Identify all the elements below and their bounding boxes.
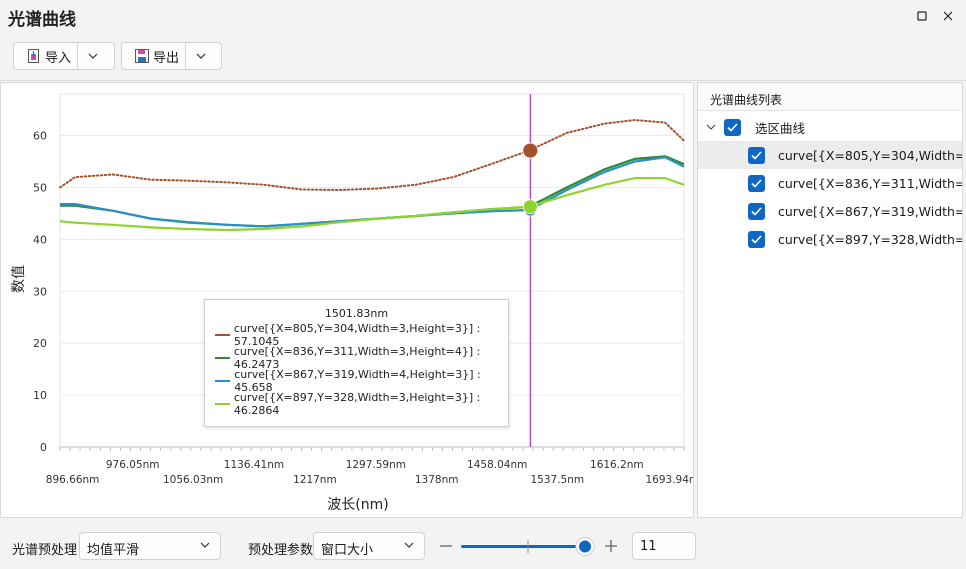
x-tick-label: 1136.41nm: [224, 459, 284, 471]
curve-tree: 选区曲线 curve[{X=805,Y=304,Width=... curve[…: [698, 113, 962, 253]
param-number-value: 11: [640, 539, 657, 554]
param-select[interactable]: 窗口大小: [313, 532, 425, 560]
legend-swatch: [215, 333, 230, 336]
param-number-input[interactable]: 11: [632, 532, 696, 560]
cursor-marker-4: [522, 199, 538, 215]
check-icon: [751, 206, 762, 216]
x-tick-label: 1458.04nm: [467, 459, 527, 471]
window-title: 光谱曲线: [8, 10, 76, 30]
x-tick-label: 1616.2nm: [590, 459, 644, 471]
curve-checkbox[interactable]: [748, 230, 765, 248]
x-tick-label: 896.66nm: [46, 474, 100, 486]
close-icon[interactable]: [940, 8, 956, 24]
y-tick-label: 60: [33, 130, 47, 143]
import-icon: [28, 49, 39, 63]
curve-list-label: curve[{X=867,Y=319,Width=...: [778, 203, 962, 219]
check-icon: [751, 234, 762, 244]
y-axis-title: 数值: [11, 265, 27, 293]
x-axis-title: 波长(nm): [327, 497, 388, 513]
param-label: 预处理参数: [248, 543, 314, 558]
curve-checkbox[interactable]: [748, 146, 765, 164]
y-tick-label: 30: [33, 285, 47, 298]
legend-swatch: [215, 379, 231, 382]
curve-list-label: curve[{X=805,Y=304,Width=...: [778, 147, 962, 163]
y-tick-label: 20: [33, 337, 47, 350]
tooltip-row-text: curve[{X=897,Y=328,Width=3,Height=3}] : …: [233, 390, 481, 417]
bottom-bar: 光谱预处理 均值平滑 预处理参数 窗口大小 11: [0, 522, 966, 569]
preprocess-label: 光谱预处理: [12, 543, 78, 558]
chevron-down-icon: [200, 542, 210, 548]
tooltip-row: curve[{X=805,Y=304,Width=3,Height=3}] : …: [205, 322, 508, 348]
increase-icon[interactable]: [601, 536, 621, 556]
x-tick-label: 1378nm: [415, 474, 459, 486]
check-icon: [751, 150, 762, 160]
curve-list-header: 光谱曲线列表: [698, 83, 962, 111]
curve-list-panel: 光谱曲线列表 选区曲线 curve[{X=805,Y=304,Width=...…: [697, 82, 963, 518]
group-checkbox[interactable]: [724, 118, 741, 136]
x-tick-label: 1693.94nm: [645, 474, 693, 486]
export-split-button[interactable]: 导出: [121, 42, 222, 70]
y-tick-label: 50: [33, 181, 47, 194]
curve-list-item[interactable]: curve[{X=897,Y=328,Width=...: [698, 225, 962, 253]
export-button[interactable]: 导出: [122, 43, 185, 69]
chart-tooltip: 1501.83nm curve[{X=805,Y=304,Width=3,Hei…: [204, 299, 509, 427]
check-icon: [751, 178, 762, 188]
import-split-button[interactable]: 导入: [13, 42, 115, 70]
tooltip-row: curve[{X=867,Y=319,Width=4,Height=3}] : …: [205, 368, 508, 394]
slider-fill: [461, 545, 585, 548]
x-tick-label: 1056.03nm: [163, 474, 223, 486]
chevron-down-icon: [196, 53, 206, 59]
save-icon: [135, 49, 149, 63]
maximize-icon[interactable]: [914, 8, 930, 24]
toolbar-divider: [0, 80, 966, 81]
x-tick-label: 1297.59nm: [346, 459, 406, 471]
expand-chevron-icon[interactable]: [706, 122, 716, 132]
tree-group-label: 选区曲线: [755, 120, 806, 136]
curve-list-item[interactable]: curve[{X=867,Y=319,Width=...: [698, 197, 962, 225]
export-dropdown[interactable]: [186, 43, 216, 69]
import-label: 导入: [45, 50, 72, 66]
preprocess-value: 均值平滑: [87, 543, 140, 558]
spectrum-chart-panel[interactable]: 0 10 20 30 40 50 60 976.05nm 1136.41nm 1297.59nm 1…: [0, 82, 694, 518]
chevron-down-icon: [88, 53, 98, 59]
export-label: 导出: [153, 50, 180, 66]
param-value: 窗口大小: [321, 543, 374, 558]
curve-list-label: curve[{X=897,Y=328,Width=...: [778, 231, 962, 247]
legend-swatch: [215, 356, 230, 359]
param-slider[interactable]: [459, 534, 599, 558]
chevron-down-icon: [404, 542, 414, 548]
y-tick-label: 10: [33, 389, 47, 402]
curve-list-item[interactable]: curve[{X=836,Y=311,Width=...: [698, 169, 962, 197]
check-icon: [727, 122, 738, 132]
tree-group-row[interactable]: 选区曲线: [698, 113, 962, 141]
tooltip-row: curve[{X=897,Y=328,Width=3,Height=3}] : …: [205, 390, 508, 417]
title-bar: 光谱曲线: [0, 0, 966, 34]
import-dropdown[interactable]: [78, 43, 108, 69]
y-tick-label: 0: [40, 441, 47, 454]
x-tick-label: 1537.5nm: [530, 474, 584, 486]
import-button[interactable]: 导入: [14, 43, 77, 69]
preprocess-select[interactable]: 均值平滑: [79, 532, 221, 560]
curve-list-label: curve[{X=836,Y=311,Width=...: [778, 175, 962, 191]
decrease-icon[interactable]: [436, 536, 456, 556]
curve-checkbox[interactable]: [748, 202, 765, 220]
slider-thumb-dot: [579, 540, 591, 553]
curve-list-item[interactable]: curve[{X=805,Y=304,Width=...: [698, 141, 962, 169]
legend-swatch: [215, 402, 230, 405]
tooltip-row: curve[{X=836,Y=311,Width=3,Height=4}] : …: [205, 345, 508, 371]
curve-checkbox[interactable]: [748, 174, 765, 192]
x-tick-label: 1217nm: [293, 474, 337, 486]
cursor-marker-1: [522, 142, 539, 159]
y-tick-label: 40: [33, 233, 47, 246]
x-tick-label: 976.05nm: [106, 459, 160, 471]
